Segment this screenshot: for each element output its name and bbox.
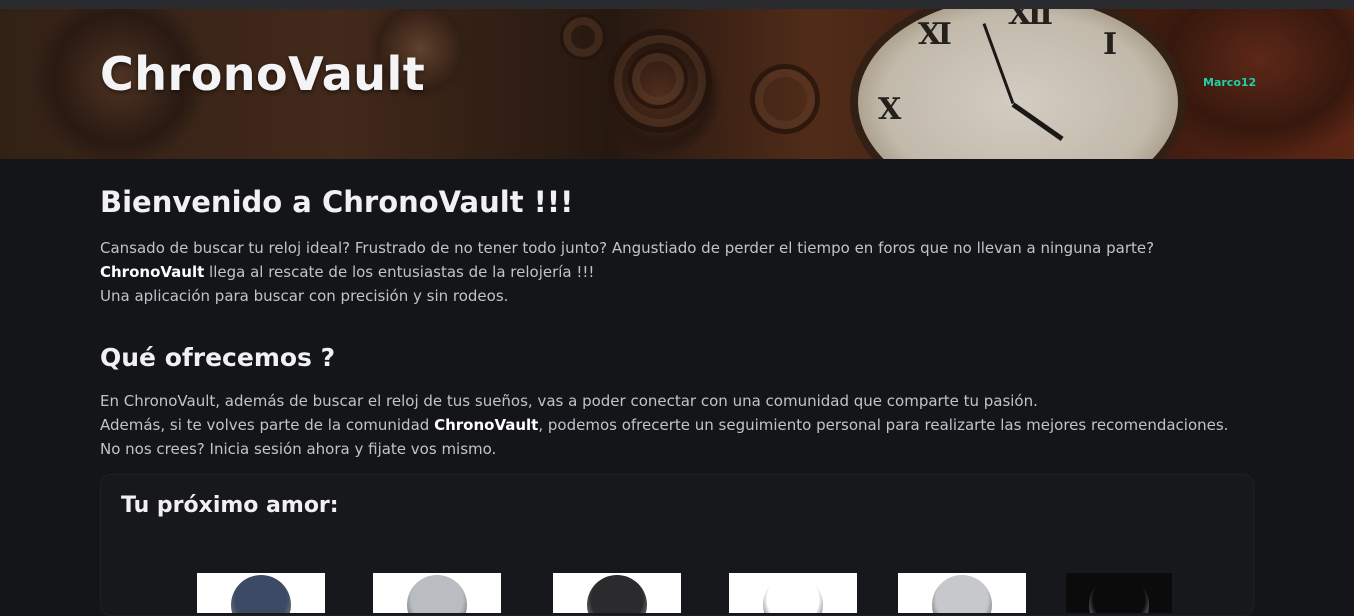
watch-thumbnail[interactable]	[553, 573, 681, 613]
welcome-line-3: Una aplicación para buscar con precisión…	[100, 287, 509, 305]
watch-image	[407, 575, 467, 613]
recommendations-card: Tu próximo amor:	[100, 474, 1254, 616]
watch-image	[763, 575, 823, 613]
watch-image	[932, 575, 992, 613]
main-content: Bienvenido a ChronoVault !!! Cansado de …	[100, 182, 1252, 461]
watch-thumbnail[interactable]	[729, 573, 857, 613]
offer-paragraph: En ChronoVault, además de buscar el relo…	[100, 389, 1252, 461]
window-top-strip	[0, 0, 1354, 9]
watch-thumbnail[interactable]	[1066, 573, 1172, 613]
offer-line-2-pre: Además, si te volves parte de la comunid…	[100, 416, 435, 434]
recommendations-title: Tu próximo amor:	[121, 493, 339, 518]
offer-heading: Qué ofrecemos ?	[100, 343, 336, 372]
watch-image	[587, 575, 647, 613]
welcome-paragraph: Cansado de buscar tu reloj ideal? Frustr…	[100, 236, 1252, 308]
welcome-line-1: Cansado de buscar tu reloj ideal? Frustr…	[100, 239, 1155, 257]
watch-thumbnail[interactable]	[898, 573, 1026, 613]
brand-title[interactable]: ChronoVault	[100, 47, 425, 101]
brand-inline: ChronoVault	[100, 263, 205, 281]
watch-thumbnail[interactable]	[373, 573, 501, 613]
watch-image	[231, 575, 291, 613]
watch-image	[1089, 575, 1149, 613]
offer-line-1: En ChronoVault, además de buscar el relo…	[100, 392, 1038, 410]
user-profile-link[interactable]: Marco12	[1203, 76, 1256, 89]
welcome-line-2: llega al rescate de los entusiastas de l…	[204, 263, 595, 281]
watch-thumbnail[interactable]	[197, 573, 325, 613]
welcome-heading: Bienvenido a ChronoVault !!!	[100, 185, 574, 219]
brand-inline: ChronoVault	[434, 416, 539, 434]
hero-banner: Ⅺ Ⅻ Ⅰ Ⅹ Ⅸ ChronoVault Marco12	[0, 9, 1354, 159]
